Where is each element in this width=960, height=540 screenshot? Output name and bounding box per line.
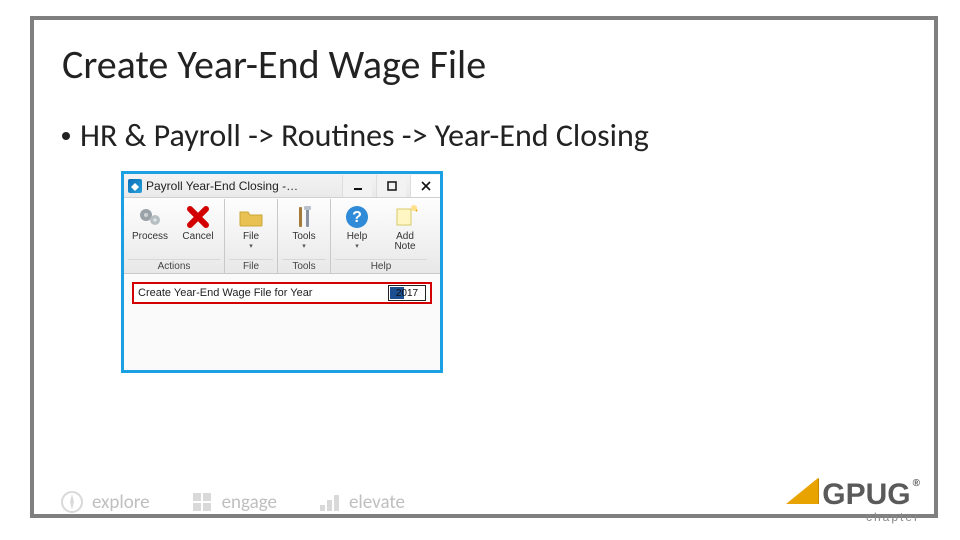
puzzle-icon: [190, 490, 214, 514]
folder-icon: [237, 203, 265, 231]
maximize-button[interactable]: [376, 175, 406, 197]
footer-explore: explore: [60, 490, 150, 514]
year-value: 2017: [396, 288, 418, 299]
gears-icon: [136, 203, 164, 231]
file-label: File: [243, 232, 259, 242]
cancel-button[interactable]: Cancel: [176, 201, 220, 242]
chevron-down-icon: ▾: [302, 243, 306, 250]
footer-elevate: elevate: [317, 490, 405, 514]
window-title: Payroll Year-End Closing -…: [146, 179, 338, 193]
gp-window: Payroll Year-End Closing -…: [122, 172, 442, 372]
tools-label: Tools: [292, 232, 315, 242]
help-button[interactable]: ? Help ▾: [335, 201, 379, 250]
bullet-text: HR & Payroll -> Routines -> Year-End Clo…: [80, 116, 649, 155]
footer-engage-label: engage: [222, 491, 277, 514]
ribbon-group-help: ? Help ▾ Add Note Help: [331, 199, 431, 273]
tools-button[interactable]: Tools ▾: [282, 201, 326, 250]
add-note-button[interactable]: Add Note: [383, 201, 427, 252]
ribbon-group-file: File ▾ File: [225, 199, 278, 273]
group-label-tools: Tools: [282, 259, 326, 272]
year-input[interactable]: 2017: [388, 285, 426, 301]
process-label: Process: [132, 232, 168, 242]
process-button[interactable]: Process: [128, 201, 172, 242]
footer-explore-label: explore: [92, 491, 150, 514]
bullet-dot: [62, 132, 70, 140]
brand-logo: GPUG®: [786, 478, 920, 512]
cancel-label: Cancel: [182, 232, 213, 242]
brand-name: GPUG®: [822, 478, 920, 512]
compass-icon: [60, 490, 84, 514]
app-icon: [128, 179, 142, 193]
ribbon: Process Cancel Actions File ▾: [124, 198, 440, 274]
chevron-down-icon: ▾: [249, 243, 253, 250]
group-label-file: File: [229, 259, 273, 272]
minimize-button[interactable]: [342, 175, 372, 197]
ribbon-group-tools: Tools ▾ Tools: [278, 199, 331, 273]
year-field-row: Create Year-End Wage File for Year 2017: [132, 282, 432, 304]
brand-subtitle: chapter: [866, 510, 920, 524]
help-label: Help: [347, 232, 368, 242]
window-titlebar: Payroll Year-End Closing -…: [124, 174, 440, 198]
group-label-help: Help: [335, 259, 427, 272]
ribbon-group-actions: Process Cancel Actions: [124, 199, 225, 273]
logo-triangle-icon: [786, 478, 818, 504]
note-icon: [391, 203, 419, 231]
close-button[interactable]: [410, 175, 440, 197]
svg-text:?: ?: [352, 209, 362, 226]
registered-mark: ®: [913, 478, 920, 489]
group-label-actions: Actions: [128, 259, 220, 272]
footer-elevate-label: elevate: [349, 491, 405, 514]
footer-engage: engage: [190, 490, 277, 514]
help-icon: ?: [343, 203, 371, 231]
window-body: Create Year-End Wage File for Year 2017: [124, 274, 440, 370]
year-field-label: Create Year-End Wage File for Year: [138, 287, 382, 299]
bullet-row: HR & Payroll -> Routines -> Year-End Clo…: [62, 116, 649, 155]
slide-title: Create Year-End Wage File: [62, 40, 486, 89]
cancel-icon: [184, 203, 212, 231]
steps-icon: [317, 490, 341, 514]
file-button[interactable]: File ▾: [229, 201, 273, 250]
add-note-label: Add Note: [385, 232, 425, 252]
tools-icon: [290, 203, 318, 231]
chevron-down-icon: ▾: [355, 243, 359, 250]
